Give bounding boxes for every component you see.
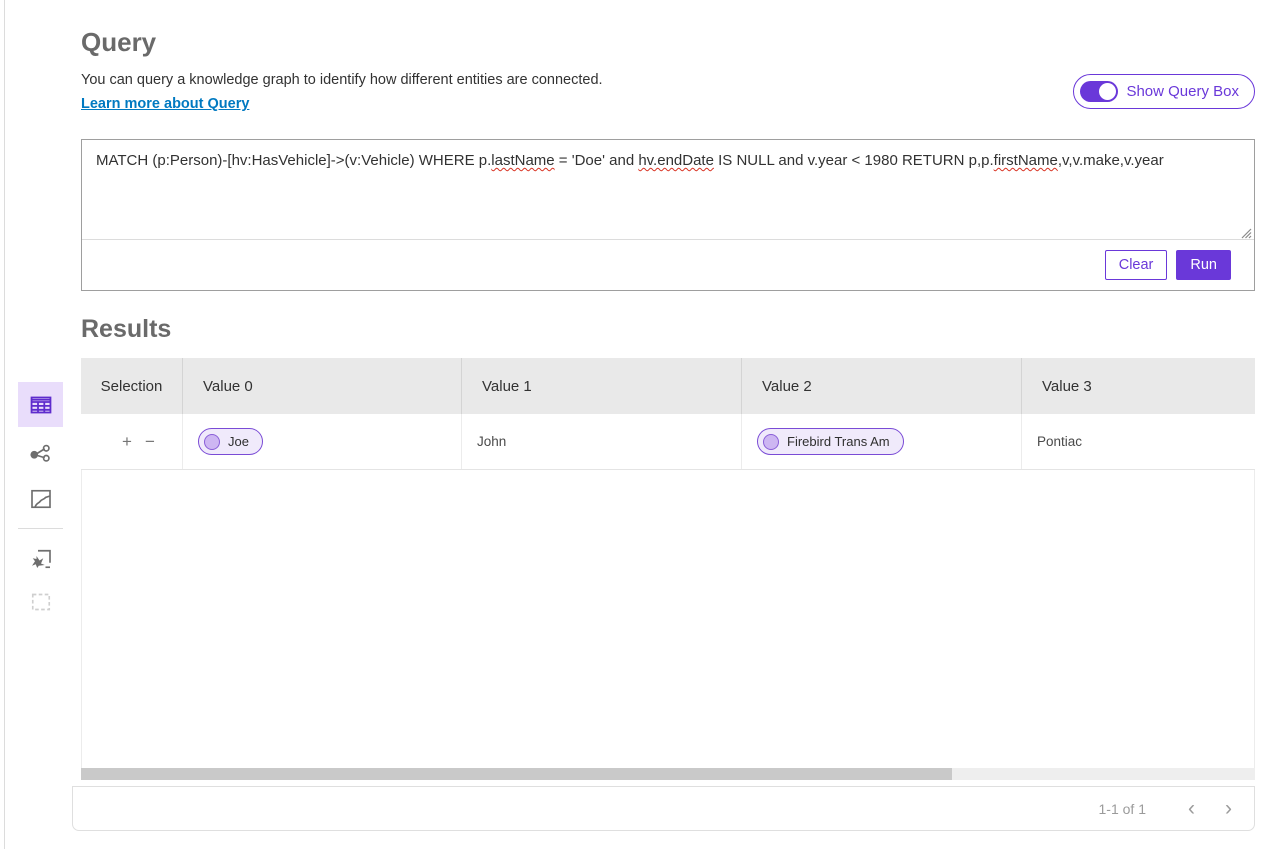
- remove-selection-button[interactable]: −: [143, 431, 157, 452]
- query-page: Query You can query a knowledge graph to…: [0, 0, 1265, 849]
- main-content: Query You can query a knowledge graph to…: [81, 0, 1255, 849]
- entity-dot-icon: [763, 434, 779, 450]
- clear-button[interactable]: Clear: [1105, 250, 1168, 280]
- entity-chip-person[interactable]: Joe: [198, 428, 263, 455]
- resize-handle-icon[interactable]: [1239, 226, 1252, 239]
- entity-dot-icon: [204, 434, 220, 450]
- panel-left-edge: [4, 0, 5, 849]
- query-input[interactable]: MATCH (p:Person)-[hv:HasVehicle]->(v:Veh…: [82, 140, 1254, 240]
- selection-cell: + −: [81, 414, 182, 469]
- toggle-switch-icon: [1080, 81, 1118, 102]
- pagination-bar: 1-1 of 1 ‹ ›: [72, 786, 1255, 831]
- results-title: Results: [81, 315, 171, 344]
- column-header-value0: Value 0: [182, 358, 461, 414]
- previous-page-button[interactable]: ‹: [1180, 798, 1203, 819]
- map-view-button[interactable]: [18, 476, 63, 521]
- value0-cell: Joe: [182, 414, 461, 469]
- query-box: MATCH (p:Person)-[hv:HasVehicle]->(v:Veh…: [81, 139, 1255, 291]
- table-header-row: Selection Value 0 Value 1 Value 2 Value …: [81, 358, 1255, 414]
- entity-chip-vehicle[interactable]: Firebird Trans Am: [757, 428, 904, 455]
- query-footer: Clear Run: [82, 240, 1254, 290]
- table-row: + − Joe John Firebird Trans Am: [81, 414, 1255, 470]
- value3-cell: Pontiac: [1021, 414, 1255, 469]
- link-chart-view-button[interactable]: [18, 431, 63, 476]
- value1-cell: John: [461, 414, 741, 469]
- next-page-button[interactable]: ›: [1217, 798, 1240, 819]
- column-header-value2: Value 2: [741, 358, 1021, 414]
- pagination-range: 1-1 of 1: [1099, 801, 1146, 817]
- horizontal-scrollbar[interactable]: [81, 768, 1255, 780]
- run-button[interactable]: Run: [1176, 250, 1231, 280]
- column-header-value1: Value 1: [461, 358, 741, 414]
- table-icon: [29, 393, 53, 417]
- link-chart-icon: [29, 442, 53, 466]
- table-view-button[interactable]: [18, 382, 63, 427]
- table-empty-area: [81, 470, 1255, 768]
- entity-chip-label: Firebird Trans Am: [787, 434, 890, 449]
- new-map-button[interactable]: [18, 579, 63, 624]
- map-icon: [29, 487, 53, 511]
- show-query-box-toggle[interactable]: Show Query Box: [1073, 74, 1255, 109]
- new-link-chart-icon: [29, 547, 53, 571]
- page-title: Query: [81, 27, 156, 58]
- learn-more-link[interactable]: Learn more about Query: [81, 96, 249, 112]
- new-map-icon: [29, 590, 53, 614]
- column-header-value3: Value 3: [1021, 358, 1255, 414]
- add-selection-button[interactable]: +: [120, 431, 134, 452]
- page-description: You can query a knowledge graph to ident…: [81, 72, 603, 88]
- column-header-selection: Selection: [81, 358, 182, 414]
- rail-divider: [18, 528, 63, 529]
- toggle-label: Show Query Box: [1126, 83, 1239, 100]
- results-table: Selection Value 0 Value 1 Value 2 Value …: [81, 358, 1255, 768]
- new-link-chart-button[interactable]: [18, 536, 63, 581]
- entity-chip-label: Joe: [228, 434, 249, 449]
- value2-cell: Firebird Trans Am: [741, 414, 1021, 469]
- scrollbar-thumb[interactable]: [81, 768, 952, 780]
